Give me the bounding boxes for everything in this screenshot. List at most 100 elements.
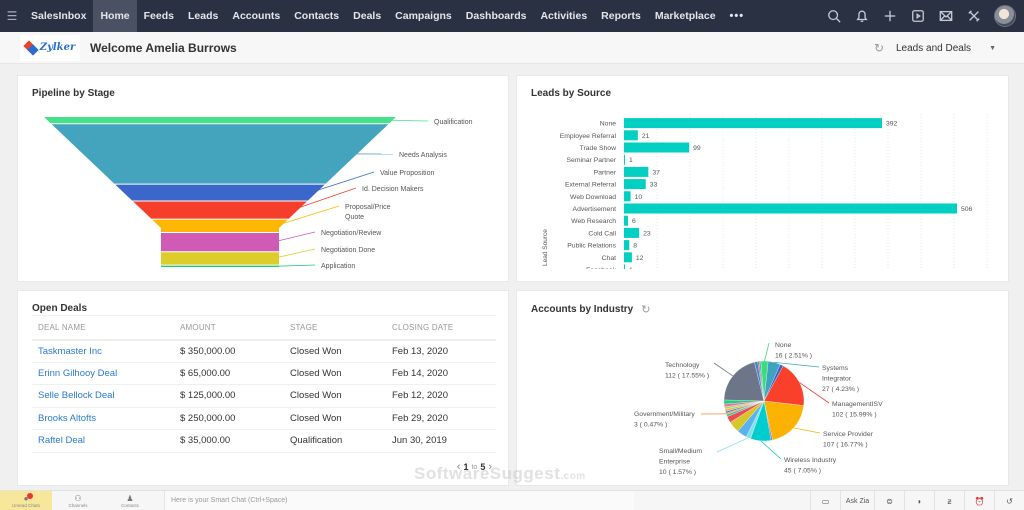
bar-category-label: Public Relations xyxy=(567,243,616,250)
deal-amount: $ 250,000.00 xyxy=(174,407,284,430)
funnel-segment[interactable] xyxy=(133,201,307,219)
screen-share-icon[interactable]: ▭ xyxy=(810,491,840,510)
ask-zia-button[interactable]: Ask Zia xyxy=(840,491,874,510)
company-logo: Zylker xyxy=(20,34,80,61)
bar[interactable] xyxy=(624,227,640,238)
calendar-icon[interactable] xyxy=(910,8,926,24)
nav-item-leads[interactable]: Leads xyxy=(181,0,225,32)
bar-category-label: Web Research xyxy=(571,218,616,225)
history-icon[interactable]: ↺ xyxy=(994,491,1024,510)
open-deals-card: Open Deals DEAL NAME AMOUNT STAGE CLOSIN… xyxy=(17,290,509,486)
deals-title: Open Deals xyxy=(32,303,87,314)
funnel-label: Proposal/Price Quote xyxy=(345,204,391,221)
deal-name-link[interactable]: Raftel Deal xyxy=(32,429,174,453)
dashboard-select-value: Leads and Deals xyxy=(896,42,972,54)
deal-name-link[interactable]: Taskmaster Inc xyxy=(32,339,174,363)
funnel-label: Negotiation Done xyxy=(321,247,375,254)
bar[interactable] xyxy=(624,166,649,177)
tab-channels-label: Channels xyxy=(68,502,88,508)
dashboard-select[interactable]: Leads and Deals ▼ xyxy=(896,43,996,54)
bar[interactable] xyxy=(624,179,646,190)
col-closing-date[interactable]: CLOSING DATE xyxy=(386,315,496,341)
deal-row[interactable]: Raftel Deal $ 35,000.00 Qualification Jun 3… xyxy=(32,429,496,453)
col-stage[interactable]: STAGE xyxy=(284,315,386,341)
tools-icon[interactable] xyxy=(966,8,982,24)
pie-label: Technology 112 ( 17.55% ) xyxy=(665,362,709,380)
pie-label: None 16 ( 2.51% ) xyxy=(775,342,812,360)
hamburger-menu-icon[interactable]: ☰ xyxy=(0,0,24,32)
zia-icon[interactable]: ƶ xyxy=(934,491,964,510)
bar-category-label: Cold Call xyxy=(588,230,616,237)
search-icon[interactable] xyxy=(826,8,842,24)
bar[interactable] xyxy=(624,215,628,226)
nav-item-dashboards[interactable]: Dashboards xyxy=(459,0,534,32)
logo-text: Zylker xyxy=(39,42,76,53)
funnel-segment[interactable] xyxy=(115,184,325,201)
bar-value-label: 12 xyxy=(636,255,644,262)
bell-icon[interactable] xyxy=(854,8,870,24)
deal-name-link[interactable]: Selle Bellock Deal xyxy=(32,384,174,408)
y-axis-label: Lead Source xyxy=(542,229,549,266)
page-to: 5 xyxy=(480,462,486,472)
game-icon[interactable]: ⊜ xyxy=(874,491,904,510)
nav-item-accounts[interactable]: Accounts xyxy=(225,0,287,32)
user-avatar[interactable] xyxy=(994,5,1016,27)
funnel-segment[interactable] xyxy=(161,265,279,267)
bar[interactable] xyxy=(624,154,625,165)
pie-label: Service Provider 107 ( 16.77% ) xyxy=(823,431,874,449)
prev-page-icon[interactable]: ‹ xyxy=(457,461,461,473)
deal-name-link[interactable]: Erinn Gilhooy Deal xyxy=(32,362,174,385)
deal-name-link[interactable]: Brooks Altofts xyxy=(32,407,174,430)
tab-contacts[interactable]: ♟ Contacts xyxy=(104,491,156,510)
next-page-icon[interactable]: › xyxy=(488,461,492,473)
deal-row[interactable]: Taskmaster Inc $ 350,000.00 Closed Won Feb … xyxy=(32,339,496,363)
nav-item-marketplace[interactable]: Marketplace xyxy=(648,0,723,32)
deal-row[interactable]: Erinn Gilhooy Deal $ 65,000.00 Closed Won F… xyxy=(32,362,496,385)
bar-category-label: Partner xyxy=(594,169,617,176)
smart-chat-input[interactable]: Here is your Smart Chat (Ctrl+Space) xyxy=(164,490,634,510)
bar[interactable] xyxy=(624,264,625,275)
deal-row[interactable]: Selle Bellock Deal $ 125,000.00 Closed Won… xyxy=(32,384,496,408)
bar[interactable] xyxy=(624,191,631,202)
funnel-label: Application xyxy=(321,263,355,270)
nav-item-home[interactable]: Home xyxy=(93,0,137,32)
funnel-segment[interactable] xyxy=(161,232,279,252)
funnel-segment[interactable] xyxy=(161,252,279,265)
nav-item-salesinbox[interactable]: SalesInbox xyxy=(24,0,93,32)
tab-contacts-label: Contacts xyxy=(121,502,139,508)
refresh-icon[interactable]: ↻ xyxy=(874,41,884,55)
tab-channels[interactable]: ⚇ Channels xyxy=(52,491,104,510)
alarm-icon[interactable]: ⏰ xyxy=(964,491,994,510)
bar-category-label: Web Download xyxy=(570,194,616,201)
nav-item-activities[interactable]: Activities xyxy=(533,0,594,32)
tab-unread-chats[interactable]: ● Unread Chats xyxy=(0,490,52,510)
funnel-segment[interactable] xyxy=(51,124,389,184)
funnel-segment[interactable] xyxy=(44,117,396,124)
deal-amount: $ 125,000.00 xyxy=(174,384,284,408)
bar-category-label: Facebook xyxy=(586,267,616,274)
bar[interactable] xyxy=(624,252,632,263)
plus-icon[interactable] xyxy=(882,8,898,24)
tab-unread-chats-label: Unread Chats xyxy=(12,502,40,508)
bug-icon[interactable]: ◗ xyxy=(904,491,934,510)
bar[interactable] xyxy=(624,130,638,141)
funnel-segment[interactable] xyxy=(152,219,288,232)
nav-item-deals[interactable]: Deals xyxy=(346,0,388,32)
nav-item-feeds[interactable]: Feeds xyxy=(137,0,181,32)
deal-amount: $ 35,000.00 xyxy=(174,429,284,453)
nav-more-button[interactable]: ••• xyxy=(723,0,752,32)
bar[interactable] xyxy=(624,142,690,153)
deal-row[interactable]: Brooks Altofts $ 250,000.00 Closed Won Feb … xyxy=(32,407,496,430)
nav-item-contacts[interactable]: Contacts xyxy=(287,0,346,32)
col-amount[interactable]: AMOUNT xyxy=(174,315,284,341)
pie-leader-line xyxy=(793,427,821,434)
nav-item-reports[interactable]: Reports xyxy=(594,0,648,32)
bar[interactable] xyxy=(624,203,957,214)
funnel-label: Value Proposition xyxy=(380,170,434,177)
col-deal-name[interactable]: DEAL NAME xyxy=(32,315,174,341)
bar-value-label: 37 xyxy=(652,169,660,176)
bar[interactable] xyxy=(624,240,630,251)
bar[interactable] xyxy=(624,118,882,129)
mail-icon[interactable] xyxy=(938,8,954,24)
nav-item-campaigns[interactable]: Campaigns xyxy=(388,0,459,32)
